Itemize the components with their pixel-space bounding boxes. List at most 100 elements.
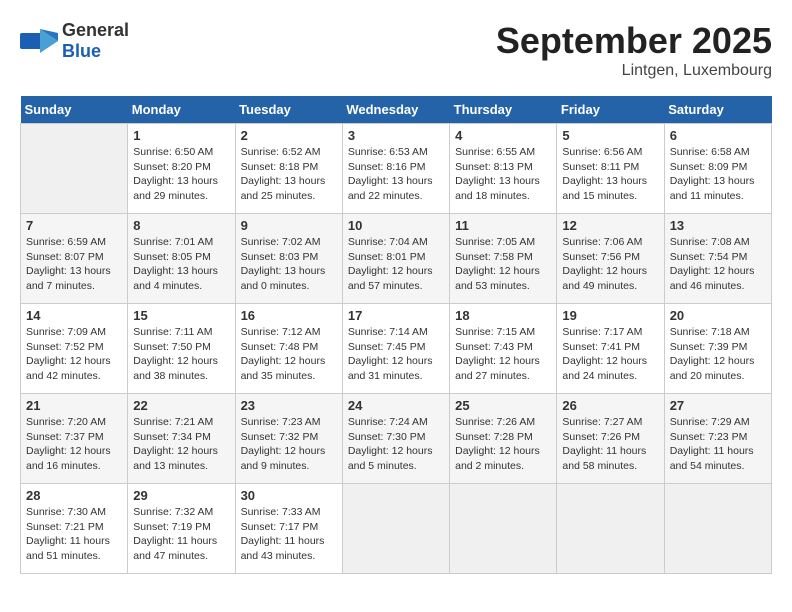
cell-sun-info: Sunrise: 6:58 AMSunset: 8:09 PMDaylight:… [670, 145, 766, 204]
month-title: September 2025 [496, 20, 772, 62]
calendar-cell: 29Sunrise: 7:32 AMSunset: 7:19 PMDayligh… [128, 484, 235, 574]
day-number: 25 [455, 398, 551, 413]
cell-sun-info: Sunrise: 7:33 AMSunset: 7:17 PMDaylight:… [241, 505, 337, 564]
calendar-cell [450, 484, 557, 574]
calendar-cell: 14 Sunrise: 7:09 AMSunset: 7:52 PMDayligh… [21, 304, 128, 394]
day-number: 21 [26, 398, 122, 413]
calendar-cell: 12Sunrise: 7:06 AMSunset: 7:56 PMDayligh… [557, 214, 664, 304]
calendar-cell [342, 484, 449, 574]
calendar-cell: 10 Sunrise: 7:04 AMSunset: 8:01 PMDayligh… [342, 214, 449, 304]
cell-sun-info: Sunrise: 7:04 AMSunset: 8:01 PMDaylight:… [348, 235, 444, 294]
cell-sun-info: Sunrise: 7:17 AMSunset: 7:41 PMDaylight:… [562, 325, 658, 384]
cell-sun-info: Sunrise: 7:02 AMSunset: 8:03 PMDaylight:… [241, 235, 337, 294]
weekday-header: Tuesday [235, 96, 342, 124]
calendar-cell: 28Sunrise: 7:30 AMSunset: 7:21 PMDayligh… [21, 484, 128, 574]
calendar-cell: 3 Sunrise: 6:53 AMSunset: 8:16 PMDaylight… [342, 124, 449, 214]
weekday-header: Sunday [21, 96, 128, 124]
cell-sun-info: Sunrise: 7:20 AMSunset: 7:37 PMDaylight:… [26, 415, 122, 474]
cell-sun-info: Sunrise: 6:56 AMSunset: 8:11 PMDaylight:… [562, 145, 658, 204]
day-number: 23 [241, 398, 337, 413]
day-number: 16 [241, 308, 337, 323]
calendar-cell: 11Sunrise: 7:05 AMSunset: 7:58 PMDayligh… [450, 214, 557, 304]
calendar-week-row: 14 Sunrise: 7:09 AMSunset: 7:52 PMDayligh… [21, 304, 772, 394]
cell-sun-info: Sunrise: 7:26 AMSunset: 7:28 PMDaylight:… [455, 415, 551, 474]
calendar-cell: 4 Sunrise: 6:55 AMSunset: 8:13 PMDaylight… [450, 124, 557, 214]
calendar-week-row: 28Sunrise: 7:30 AMSunset: 7:21 PMDayligh… [21, 484, 772, 574]
day-number: 15 [133, 308, 229, 323]
day-number: 22 [133, 398, 229, 413]
calendar-header-row: SundayMondayTuesdayWednesdayThursdayFrid… [21, 96, 772, 124]
calendar-cell: 1 Sunrise: 6:50 AMSunset: 8:20 PMDaylight… [128, 124, 235, 214]
day-number: 10 [348, 218, 444, 233]
day-number: 1 [133, 128, 229, 143]
calendar-cell: 27 Sunrise: 7:29 AMSunset: 7:23 PMDayligh… [664, 394, 771, 484]
weekday-header: Wednesday [342, 96, 449, 124]
cell-sun-info: Sunrise: 7:14 AMSunset: 7:45 PMDaylight:… [348, 325, 444, 384]
calendar-cell: 22 Sunrise: 7:21 AMSunset: 7:34 PMDayligh… [128, 394, 235, 484]
cell-sun-info: Sunrise: 7:32 AMSunset: 7:19 PMDaylight:… [133, 505, 229, 564]
cell-sun-info: Sunrise: 7:05 AMSunset: 7:58 PMDaylight:… [455, 235, 551, 294]
cell-sun-info: Sunrise: 7:23 AMSunset: 7:32 PMDaylight:… [241, 415, 337, 474]
day-number: 9 [241, 218, 337, 233]
calendar-week-row: 1 Sunrise: 6:50 AMSunset: 8:20 PMDaylight… [21, 124, 772, 214]
day-number: 26 [562, 398, 658, 413]
cell-sun-info: Sunrise: 6:59 AMSunset: 8:07 PMDaylight:… [26, 235, 122, 294]
title-area: September 2025 Lintgen, Luxembourg [496, 20, 772, 80]
weekday-header: Friday [557, 96, 664, 124]
calendar-cell: 30 Sunrise: 7:33 AMSunset: 7:17 PMDayligh… [235, 484, 342, 574]
logo-icon [20, 25, 58, 57]
calendar-cell: 26 Sunrise: 7:27 AMSunset: 7:26 PMDayligh… [557, 394, 664, 484]
calendar-cell: 16 Sunrise: 7:12 AMSunset: 7:48 PMDayligh… [235, 304, 342, 394]
weekday-header: Thursday [450, 96, 557, 124]
calendar-cell: 25 Sunrise: 7:26 AMSunset: 7:28 PMDayligh… [450, 394, 557, 484]
cell-sun-info: Sunrise: 6:53 AMSunset: 8:16 PMDaylight:… [348, 145, 444, 204]
calendar-cell [21, 124, 128, 214]
cell-sun-info: Sunrise: 7:06 AMSunset: 7:56 PMDaylight:… [562, 235, 658, 294]
calendar-cell [557, 484, 664, 574]
calendar-cell [664, 484, 771, 574]
calendar-cell: 24 Sunrise: 7:24 AMSunset: 7:30 PMDayligh… [342, 394, 449, 484]
calendar-cell: 8Sunrise: 7:01 AMSunset: 8:05 PMDaylight… [128, 214, 235, 304]
calendar-cell: 20Sunrise: 7:18 AMSunset: 7:39 PMDayligh… [664, 304, 771, 394]
day-number: 18 [455, 308, 551, 323]
cell-sun-info: Sunrise: 6:55 AMSunset: 8:13 PMDaylight:… [455, 145, 551, 204]
cell-sun-info: Sunrise: 7:12 AMSunset: 7:48 PMDaylight:… [241, 325, 337, 384]
calendar-cell: 17 Sunrise: 7:14 AMSunset: 7:45 PMDayligh… [342, 304, 449, 394]
calendar-week-row: 21 Sunrise: 7:20 AMSunset: 7:37 PMDayligh… [21, 394, 772, 484]
day-number: 20 [670, 308, 766, 323]
day-number: 3 [348, 128, 444, 143]
calendar-cell: 9 Sunrise: 7:02 AMSunset: 8:03 PMDaylight… [235, 214, 342, 304]
calendar-cell: 2 Sunrise: 6:52 AMSunset: 8:18 PMDaylight… [235, 124, 342, 214]
weekday-header: Monday [128, 96, 235, 124]
cell-sun-info: Sunrise: 7:29 AMSunset: 7:23 PMDaylight:… [670, 415, 766, 474]
calendar-table: SundayMondayTuesdayWednesdayThursdayFrid… [20, 96, 772, 574]
location: Lintgen, Luxembourg [496, 62, 772, 80]
day-number: 7 [26, 218, 122, 233]
day-number: 17 [348, 308, 444, 323]
cell-sun-info: Sunrise: 7:24 AMSunset: 7:30 PMDaylight:… [348, 415, 444, 474]
day-number: 19 [562, 308, 658, 323]
cell-sun-info: Sunrise: 7:09 AMSunset: 7:52 PMDaylight:… [26, 325, 122, 384]
page-header: General Blue September 2025 Lintgen, Lux… [20, 20, 772, 80]
day-number: 24 [348, 398, 444, 413]
day-number: 5 [562, 128, 658, 143]
logo-text-general: General [62, 20, 129, 41]
cell-sun-info: Sunrise: 7:01 AMSunset: 8:05 PMDaylight:… [133, 235, 229, 294]
cell-sun-info: Sunrise: 7:27 AMSunset: 7:26 PMDaylight:… [562, 415, 658, 474]
calendar-cell: 15Sunrise: 7:11 AMSunset: 7:50 PMDayligh… [128, 304, 235, 394]
cell-sun-info: Sunrise: 6:50 AMSunset: 8:20 PMDaylight:… [133, 145, 229, 204]
logo-text-blue: Blue [62, 41, 129, 62]
cell-sun-info: Sunrise: 6:52 AMSunset: 8:18 PMDaylight:… [241, 145, 337, 204]
day-number: 14 [26, 308, 122, 323]
calendar-cell: 6Sunrise: 6:58 AMSunset: 8:09 PMDaylight… [664, 124, 771, 214]
day-number: 2 [241, 128, 337, 143]
day-number: 4 [455, 128, 551, 143]
calendar-cell: 23 Sunrise: 7:23 AMSunset: 7:32 PMDayligh… [235, 394, 342, 484]
weekday-header: Saturday [664, 96, 771, 124]
cell-sun-info: Sunrise: 7:30 AMSunset: 7:21 PMDaylight:… [26, 505, 122, 564]
day-number: 27 [670, 398, 766, 413]
day-number: 30 [241, 488, 337, 503]
cell-sun-info: Sunrise: 7:21 AMSunset: 7:34 PMDaylight:… [133, 415, 229, 474]
calendar-cell: 5 Sunrise: 6:56 AMSunset: 8:11 PMDaylight… [557, 124, 664, 214]
calendar-cell: 19 Sunrise: 7:17 AMSunset: 7:41 PMDayligh… [557, 304, 664, 394]
